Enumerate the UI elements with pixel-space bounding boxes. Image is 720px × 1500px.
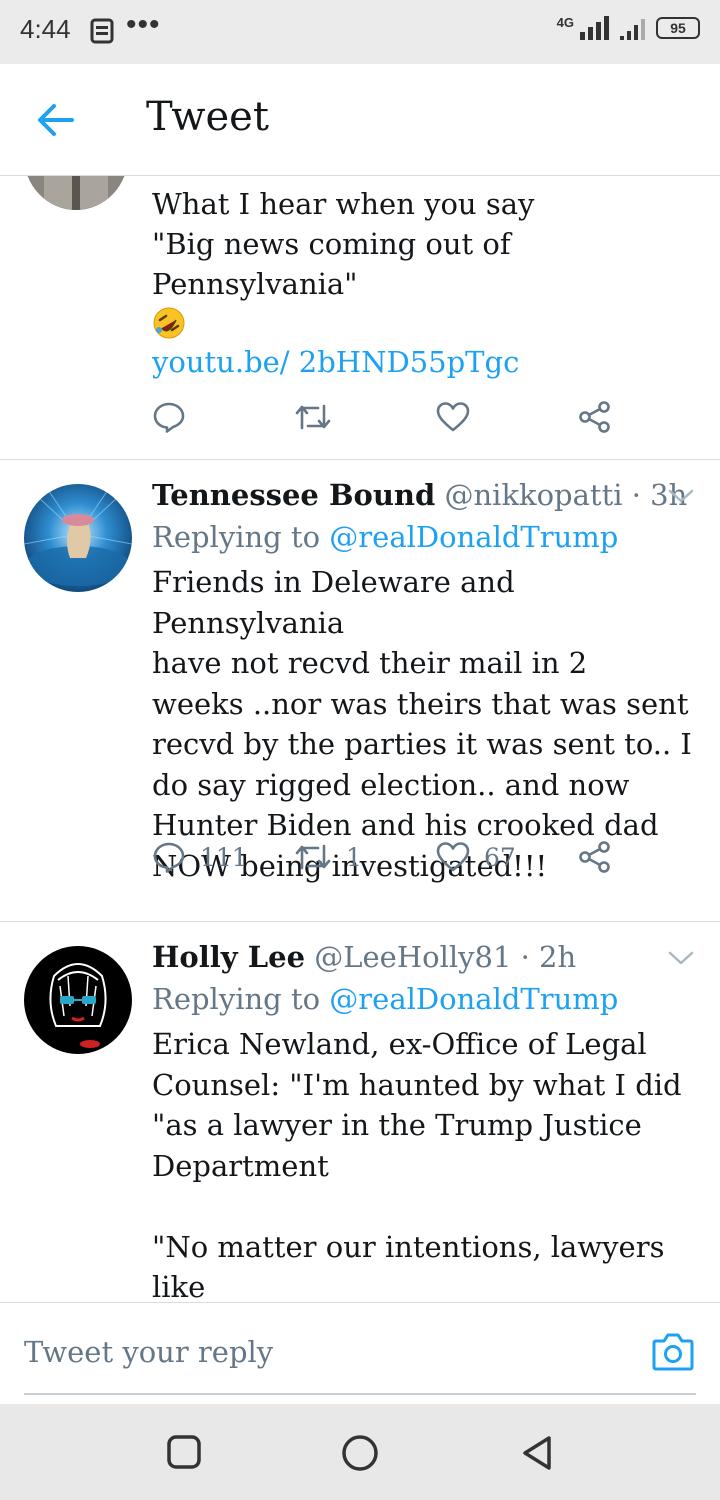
heart-icon xyxy=(436,842,470,872)
more-notifications-icon: ••• xyxy=(126,8,161,41)
reply-input[interactable]: Tweet your reply xyxy=(24,1303,696,1395)
user-name[interactable]: Tennessee Bound xyxy=(152,478,435,512)
network-type-label: 4G xyxy=(556,14,574,30)
tweet-meta: Holly Lee @LeeHolly81 · 2h xyxy=(152,940,576,974)
reply-composer: Tweet your reply xyxy=(0,1302,720,1404)
signal-icon xyxy=(580,16,609,40)
replying-to: Replying to @realDonaldTrump xyxy=(152,982,618,1016)
tweet-actions xyxy=(152,400,720,434)
mention-link[interactable]: @realDonaldTrump xyxy=(329,520,618,554)
system-nav-bar xyxy=(0,1404,720,1500)
tweet-text-line: Pennsylvania" xyxy=(152,267,358,301)
laughing-emoji-icon xyxy=(153,307,185,339)
like-button[interactable]: 67 xyxy=(436,841,578,873)
chevron-down-icon[interactable] xyxy=(668,950,694,966)
status-indicators: 4G 95 xyxy=(556,14,700,40)
share-button[interactable] xyxy=(578,840,720,874)
avatar[interactable] xyxy=(24,484,132,592)
tweet-item[interactable]: Tennessee Bound @nikkopatti · 3h Replyin… xyxy=(0,460,720,922)
retweet-icon xyxy=(295,404,331,430)
reply-placeholder: Tweet your reply xyxy=(24,1335,274,1369)
home-icon[interactable] xyxy=(341,1434,379,1472)
tweet-item[interactable]: What I hear when you say "Big news comin… xyxy=(0,176,720,460)
like-count: 67 xyxy=(484,842,516,872)
tweet-text-line: "Big news coming out of xyxy=(152,227,511,261)
retweet-button[interactable] xyxy=(294,402,436,432)
tweet-meta: Tennessee Bound @nikkopatti · 3h xyxy=(152,478,687,512)
reply-icon xyxy=(153,402,185,433)
signal-weak-icon xyxy=(620,19,645,40)
retweet-button[interactable]: 1 xyxy=(294,842,436,872)
user-handle[interactable]: @LeeHolly81 xyxy=(314,940,511,974)
tweet-thread[interactable]: What I hear when you say "Big news comin… xyxy=(0,176,720,1302)
user-name[interactable]: Holly Lee xyxy=(152,940,305,974)
tweet-link[interactable]: youtu.be/ 2bHND55pTgc xyxy=(152,342,692,382)
replying-to-label: Replying to xyxy=(152,982,321,1016)
recent-apps-icon[interactable] xyxy=(166,1434,202,1470)
tweet-text: Friends in Deleware and Pennsylvania hav… xyxy=(152,565,692,883)
reply-button[interactable] xyxy=(152,400,294,434)
page-title: Tweet xyxy=(146,94,269,140)
tweet-actions: 111 1 67 xyxy=(152,840,720,874)
replying-to: Replying to @realDonaldTrump xyxy=(152,520,618,554)
notification-icon xyxy=(90,18,114,48)
tweet-text: Erica Newland, ex-Office of Legal Counse… xyxy=(152,1027,682,1302)
app-header: Tweet xyxy=(0,64,720,176)
tweet-text-line: What I hear when you say xyxy=(152,187,535,221)
reply-count: 111 xyxy=(200,842,248,872)
retweet-count: 1 xyxy=(346,842,362,872)
share-button[interactable] xyxy=(578,400,720,434)
like-button[interactable] xyxy=(436,401,578,433)
battery-icon: 95 xyxy=(656,17,700,39)
mention-link[interactable]: @realDonaldTrump xyxy=(329,982,618,1016)
retweet-icon xyxy=(295,844,331,870)
heart-icon xyxy=(436,402,470,432)
reply-icon xyxy=(153,842,185,873)
avatar[interactable] xyxy=(24,176,128,210)
back-arrow-icon[interactable] xyxy=(36,102,76,138)
tweet-time: · 2h xyxy=(520,940,577,974)
chevron-down-icon[interactable] xyxy=(668,488,694,504)
replying-to-label: Replying to xyxy=(152,520,321,554)
reply-button[interactable]: 111 xyxy=(152,840,294,874)
tweet-text: What I hear when you say "Big news comin… xyxy=(152,184,692,382)
camera-icon[interactable] xyxy=(652,1331,694,1371)
share-icon xyxy=(579,401,610,433)
tweet-item[interactable]: Holly Lee @LeeHolly81 · 2h Replying to @… xyxy=(0,922,720,1302)
back-icon[interactable] xyxy=(520,1434,554,1472)
user-handle[interactable]: @nikkopatti xyxy=(445,478,623,512)
status-time: 4:44 xyxy=(20,14,71,44)
share-icon xyxy=(579,841,610,873)
avatar[interactable] xyxy=(24,946,132,1054)
status-bar: 4:44 ••• 4G 95 xyxy=(0,0,720,64)
